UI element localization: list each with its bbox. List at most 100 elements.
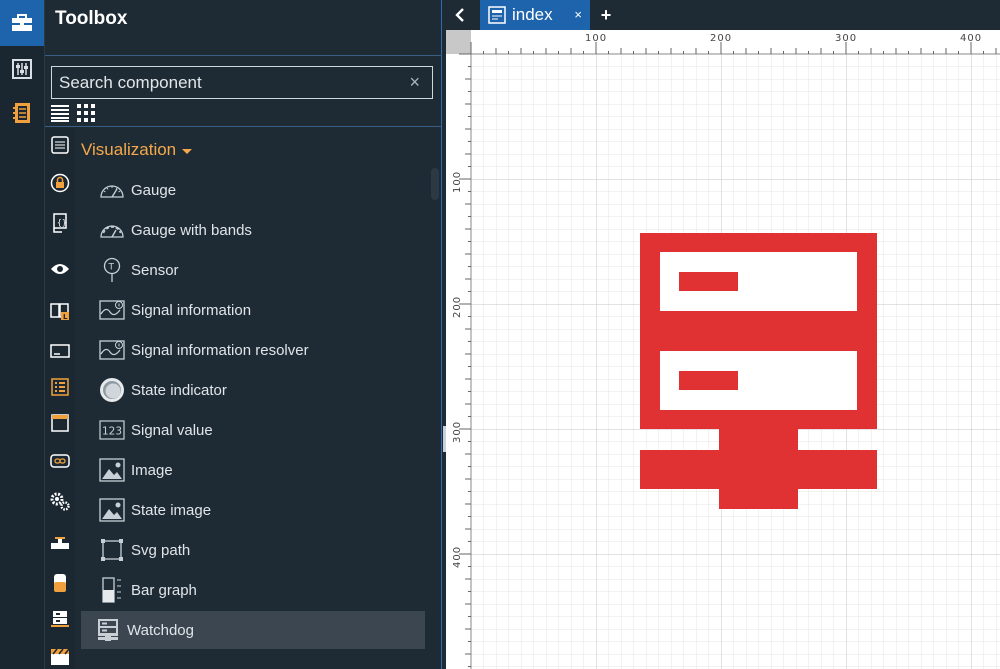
item-label: Signal information <box>131 301 252 319</box>
category-tanks[interactable] <box>49 572 71 594</box>
category-strip: {} L <box>45 128 75 669</box>
hazard-stripe-icon <box>51 648 70 665</box>
item-label: Signal value <box>131 421 213 439</box>
list-item-state-image[interactable]: State image <box>81 491 425 529</box>
toolbox-icon <box>12 14 32 31</box>
group-visualization[interactable]: Visualization <box>81 140 193 160</box>
link-icon <box>50 454 70 468</box>
script-icon: {} <box>53 213 67 233</box>
category-process[interactable] <box>49 534 71 556</box>
lock-icon <box>50 173 70 193</box>
ruler-h-label-300: 300 <box>835 33 857 44</box>
category-display[interactable] <box>49 340 71 362</box>
caret-down-icon <box>182 148 193 154</box>
tab-scroll-left-button[interactable] <box>446 0 474 30</box>
signal-value-icon: 123 <box>99 417 125 443</box>
vertical-ruler <box>446 30 471 669</box>
item-label: Signal information resolver <box>131 341 309 359</box>
view-toggles <box>51 104 95 122</box>
item-label: Bar graph <box>131 581 197 599</box>
category-visualization[interactable] <box>49 258 71 280</box>
svg-text:{}: {} <box>57 218 67 227</box>
sliders-icon <box>12 59 32 79</box>
category-warnings[interactable] <box>49 646 71 668</box>
search-input[interactable] <box>52 67 397 98</box>
editor-area: index × + 100 200 300 400 100 200 300 40… <box>446 0 1000 669</box>
item-label: State image <box>131 501 212 519</box>
item-label: Image <box>131 461 173 479</box>
window-icon <box>51 414 69 432</box>
list-item-gauge[interactable]: Gauge <box>81 171 425 209</box>
divider <box>45 126 442 127</box>
image-icon <box>99 457 125 483</box>
category-lists[interactable] <box>49 376 71 398</box>
category-links[interactable] <box>49 450 71 472</box>
list-item-state-indicator[interactable]: State indicator <box>81 371 425 409</box>
ruler-v-label-400: 400 <box>452 546 463 568</box>
ruler-corner <box>446 30 471 54</box>
chevron-left-icon <box>455 8 464 22</box>
list-item-signal-information[interactable]: Signal information <box>81 291 425 329</box>
divider <box>45 55 442 56</box>
list-scrollbar-thumb[interactable] <box>431 168 439 200</box>
gauge-icon <box>99 177 125 203</box>
item-label: Svg path <box>131 541 191 559</box>
category-library[interactable]: L <box>49 300 71 322</box>
ruler-v-label-300: 300 <box>452 421 463 443</box>
toolbox-rail-button[interactable] <box>0 0 44 46</box>
clear-search-icon[interactable]: × <box>409 72 420 93</box>
list-view-icon[interactable] <box>51 104 69 122</box>
state-indicator-icon <box>99 377 125 403</box>
watchdog-icon <box>95 617 121 643</box>
category-windows[interactable] <box>49 412 71 434</box>
list-item-image[interactable]: Image <box>81 451 425 489</box>
ruler-h-label-100: 100 <box>585 33 607 44</box>
item-label: State indicator <box>131 381 227 399</box>
category-security[interactable] <box>49 172 71 194</box>
search-box: × <box>51 66 433 99</box>
document-rail-button[interactable] <box>0 90 44 136</box>
add-tab-button[interactable]: + <box>596 0 616 30</box>
tab-label: index <box>512 5 553 24</box>
ruler-h-label-200: 200 <box>710 33 732 44</box>
list-box-icon <box>51 136 69 154</box>
list-item-bar-graph[interactable]: Bar graph <box>81 571 425 609</box>
ruler-v-label-200: 200 <box>452 296 463 318</box>
svg-path-icon <box>99 537 125 563</box>
book-lock-icon: L <box>50 303 69 321</box>
properties-rail-button[interactable] <box>0 46 44 92</box>
bar-graph-icon <box>99 577 125 603</box>
svg-text:T: T <box>108 263 115 273</box>
category-devices[interactable] <box>49 608 71 630</box>
item-label: Gauge with bands <box>131 221 252 239</box>
tab-index[interactable]: index × <box>480 0 590 30</box>
list-item-signal-value[interactable]: 123 Signal value <box>81 411 425 449</box>
page-icon <box>488 6 506 24</box>
item-label: Watchdog <box>127 621 194 639</box>
gears-icon <box>50 492 70 511</box>
svg-text:L: L <box>63 313 68 321</box>
app-window: Toolbox × <box>0 0 1000 669</box>
sensor-icon: T <box>99 257 125 283</box>
state-image-icon <box>99 497 125 523</box>
category-scripts[interactable]: {} <box>49 212 71 234</box>
grid-view-icon[interactable] <box>77 104 95 122</box>
signal-info-resolver-icon <box>99 337 125 363</box>
tab-bar: index × + <box>446 0 1000 30</box>
watchdog-widget[interactable] <box>640 233 877 509</box>
list-item-watchdog[interactable]: Watchdog <box>81 611 425 649</box>
design-canvas[interactable]: 100 200 300 400 100 200 300 400 <box>446 30 1000 669</box>
eye-icon <box>51 264 69 274</box>
list-item-svg-path[interactable]: Svg path <box>81 531 425 569</box>
tank-icon <box>54 574 66 592</box>
tab-close-icon[interactable]: × <box>574 7 582 22</box>
left-rail <box>0 0 44 669</box>
list-item-sensor[interactable]: T Sensor <box>81 251 425 289</box>
group-title-label: Visualization <box>81 140 177 159</box>
list-item-signal-information-resolver[interactable]: Signal information resolver <box>81 331 425 369</box>
category-settings[interactable] <box>49 490 71 512</box>
category-basic[interactable] <box>49 134 71 156</box>
server-icon <box>51 611 69 627</box>
list-item-gauge-with-bands[interactable]: Gauge with bands <box>81 211 425 249</box>
ruler-v-label-100: 100 <box>452 171 463 193</box>
